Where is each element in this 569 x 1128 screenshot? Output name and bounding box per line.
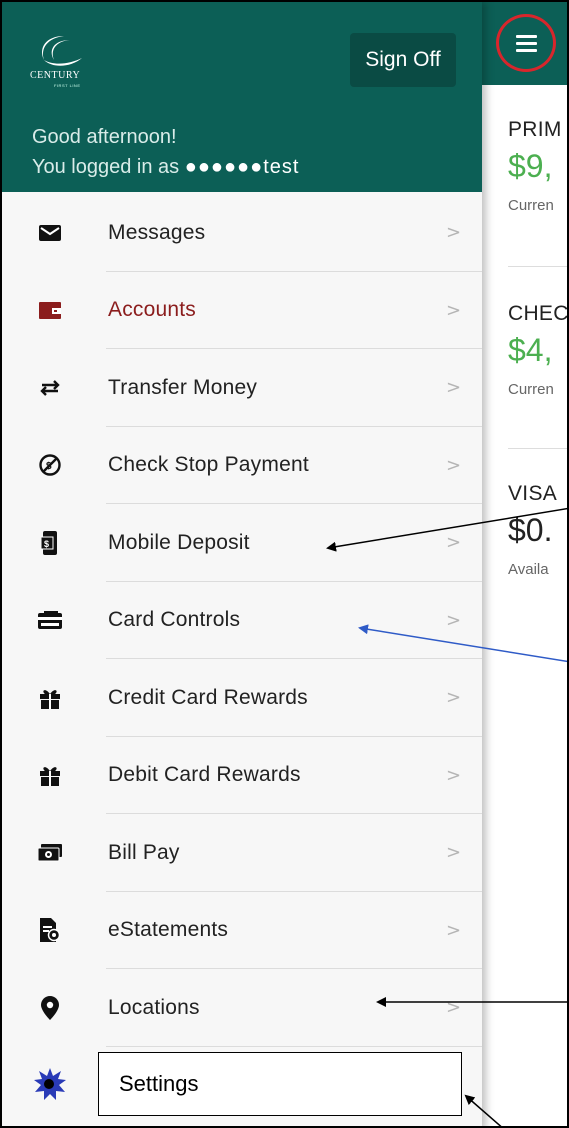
menu-item-label: Bill Pay [108, 840, 180, 864]
chevron-right-icon: > [446, 532, 462, 554]
logo-wordmark: CENTURY [30, 70, 81, 81]
menu-item-label: Card Controls [108, 608, 241, 632]
menu-item-estatements[interactable]: eStatements > [2, 892, 482, 969]
account-balance-label: Curren [508, 197, 554, 214]
divider [106, 1045, 482, 1047]
logo-subtext: FIRST LINE [54, 83, 81, 88]
menu-item-label: Debit Card Rewards [108, 763, 301, 787]
account-balance: $4, [508, 332, 553, 368]
greeting-text: Good afternoon! [32, 126, 177, 148]
swoosh-logo-icon [42, 36, 82, 66]
sign-off-button[interactable]: Sign Off [350, 33, 456, 87]
account-balance-label: Curren [508, 381, 554, 398]
menu-item-accounts[interactable]: Accounts > [2, 272, 482, 349]
stop-payment-icon: $ [38, 453, 62, 477]
chevron-right-icon: > [446, 299, 462, 321]
settings-gear-icon [32, 1066, 68, 1102]
account-balance-label: Availa [508, 561, 549, 578]
navigation-drawer: CENTURY FIRST LINE Sign Off Good afterno… [2, 2, 482, 1126]
drawer-header: CENTURY FIRST LINE Sign Off Good afterno… [2, 2, 482, 192]
hamburger-icon [516, 35, 537, 52]
location-pin-icon [38, 995, 62, 1020]
chevron-right-icon: > [446, 687, 462, 709]
chevron-right-icon: > [446, 919, 462, 941]
greeting-block: Good afternoon! You logged in as ●●●●●●t… [32, 122, 299, 182]
account-card[interactable]: VISA $0. Availa [508, 482, 567, 578]
menu-item-label: Transfer Money [108, 375, 258, 399]
cash-icon [38, 841, 62, 865]
menu-list: Messages > Accounts > Transfer Money > $… [2, 194, 482, 1047]
account-name: PRIM [508, 118, 562, 141]
accounts-panel: PRIM $9, Curren CHEC $4, Curren VISA $0.… [482, 2, 569, 1126]
wallet-icon [38, 298, 62, 322]
account-balance: $9, [508, 148, 553, 184]
svg-text:$: $ [44, 539, 49, 549]
accounts-header [482, 2, 567, 85]
divider [508, 266, 567, 267]
menu-item-debit-card-rewards[interactable]: Debit Card Rewards > [2, 737, 482, 814]
envelope-icon [38, 221, 62, 245]
chevron-right-icon: > [446, 454, 462, 476]
menu-item-label: Locations [108, 995, 200, 1019]
menu-item-label: Credit Card Rewards [108, 685, 308, 709]
mobile-deposit-icon: $ [38, 530, 62, 555]
transfer-arrows-icon [38, 376, 62, 400]
century-logo: CENTURY FIRST LINE [30, 32, 100, 90]
account-name: CHEC [508, 302, 569, 325]
chevron-right-icon: > [446, 609, 462, 631]
menu-item-card-controls[interactable]: Card Controls > [2, 582, 482, 659]
menu-item-label: Settings [119, 1071, 199, 1096]
menu-toggle-button[interactable] [496, 14, 556, 72]
username: ●●●●●●test [184, 156, 300, 178]
menu-item-transfer-money[interactable]: Transfer Money > [2, 349, 482, 427]
menu-item-label: Mobile Deposit [108, 530, 250, 554]
chevron-right-icon: > [446, 764, 462, 786]
divider [508, 448, 567, 449]
menu-item-label: Check Stop Payment [108, 453, 309, 477]
menu-item-credit-card-rewards[interactable]: Credit Card Rewards > [2, 659, 482, 737]
menu-item-mobile-deposit[interactable]: $ Mobile Deposit > [2, 504, 482, 582]
gift-icon [38, 763, 62, 787]
menu-item-messages[interactable]: Messages > [2, 194, 482, 272]
app-screen: PRIM $9, Curren CHEC $4, Curren VISA $0.… [0, 0, 569, 1128]
account-balance: $0. [508, 512, 553, 548]
chevron-right-icon: > [446, 842, 462, 864]
logged-in-prefix: You logged in as [32, 156, 180, 178]
account-card[interactable]: PRIM $9, Curren [508, 118, 567, 214]
menu-item-label: Messages [108, 220, 206, 244]
account-name: VISA [508, 482, 558, 505]
menu-item-label: Accounts [108, 298, 196, 322]
gift-icon [38, 686, 62, 710]
chevron-right-icon: > [446, 222, 462, 244]
menu-item-locations[interactable]: Locations > [2, 969, 482, 1047]
account-card[interactable]: CHEC $4, Curren [508, 302, 569, 398]
menu-item-settings[interactable]: Settings [98, 1052, 462, 1116]
menu-item-bill-pay[interactable]: Bill Pay > [2, 814, 482, 892]
statement-icon [38, 918, 62, 943]
logged-in-line: You logged in as ●●●●●●test [32, 152, 299, 182]
menu-item-check-stop-payment[interactable]: $ Check Stop Payment > [2, 427, 482, 504]
svg-text:$: $ [46, 461, 52, 472]
menu-item-label: eStatements [108, 918, 229, 942]
chevron-right-icon: > [446, 377, 462, 399]
card-icon [38, 608, 62, 632]
chevron-right-icon: > [446, 997, 462, 1019]
